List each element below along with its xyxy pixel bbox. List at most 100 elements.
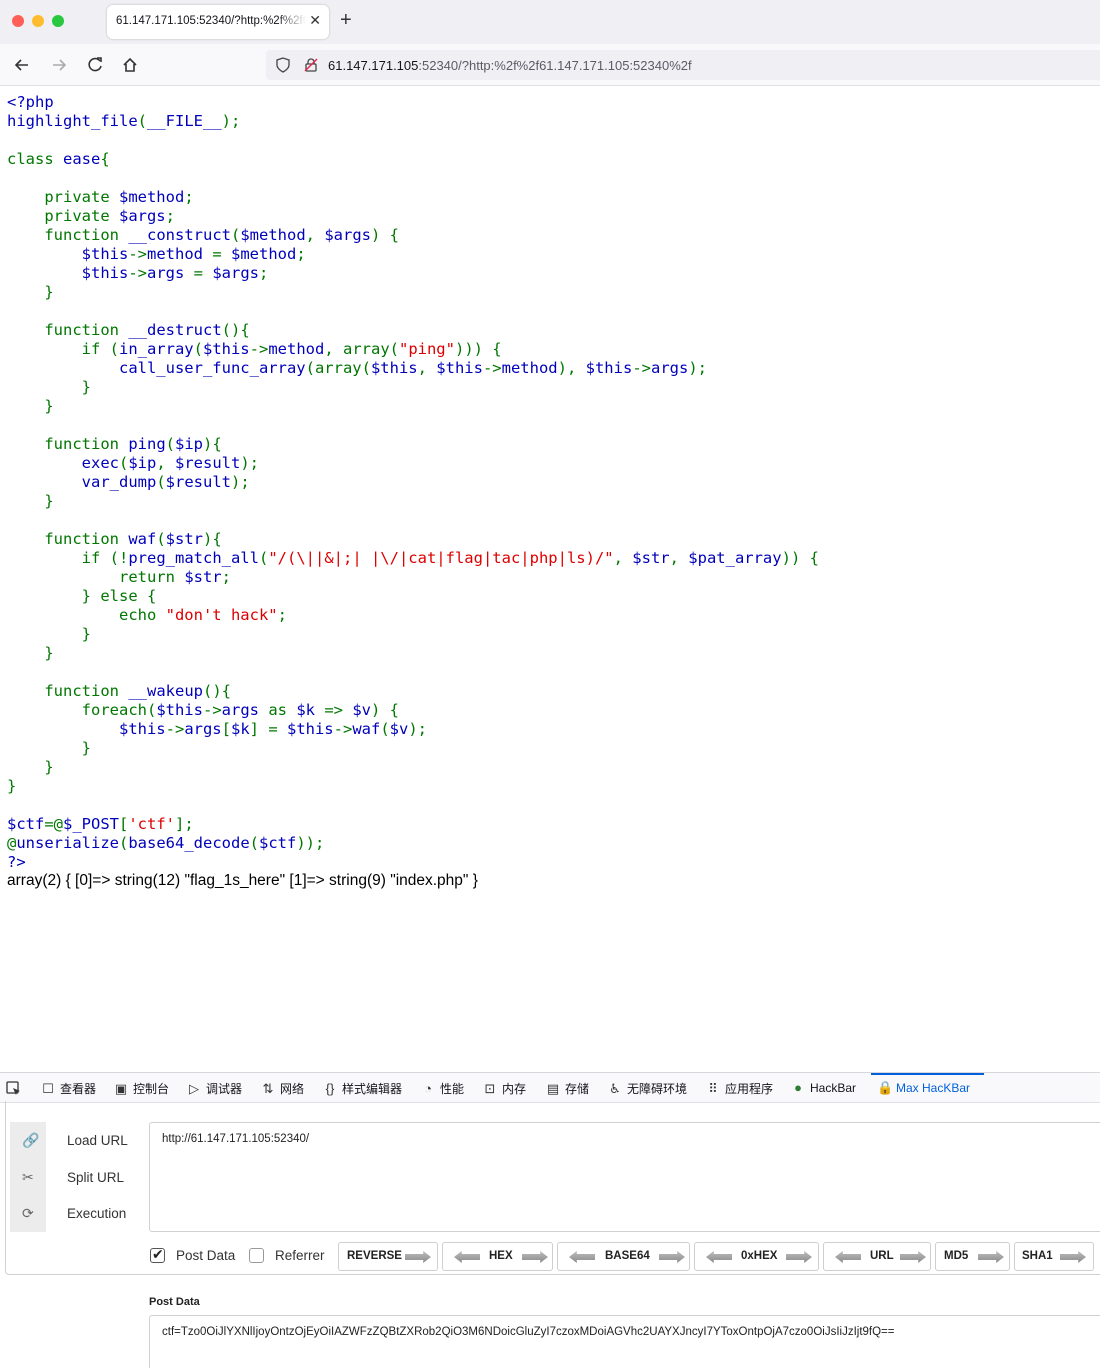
- code-token: );: [240, 454, 259, 472]
- code-token: (: [137, 112, 147, 130]
- devtools-tab[interactable]: ☐ 查看器: [41, 1080, 96, 1097]
- zoom-window-button[interactable]: [52, 15, 64, 27]
- devtools-tab[interactable]: ⇅ 网络: [261, 1080, 304, 1097]
- code-token: $v: [389, 720, 409, 738]
- active-tab-indicator: [871, 1073, 984, 1075]
- code-token: );: [221, 112, 241, 130]
- code-token: {: [100, 150, 110, 168]
- devtools-tab[interactable]: ⊡ 内存: [483, 1080, 526, 1097]
- code-line: } else {: [7, 587, 819, 606]
- reload-icon[interactable]: [85, 55, 105, 75]
- execution-button[interactable]: Execution: [67, 1206, 126, 1221]
- browser-tab[interactable]: 61.147.171.105:52340/?http:%2f%2f61.147.…: [107, 5, 329, 39]
- devtools-tab-label: 存储: [565, 1082, 590, 1096]
- tab-title: 61.147.171.105:52340/?http:%2f%2f61.147.…: [116, 15, 306, 27]
- code-token: private: [7, 188, 119, 206]
- forward-arrow-icon[interactable]: [49, 55, 69, 75]
- split-url-button[interactable]: Split URL: [67, 1170, 124, 1185]
- close-window-button[interactable]: [12, 15, 24, 27]
- code-token: ,: [613, 549, 633, 567]
- code-line: exec($ip, $result);: [7, 454, 819, 473]
- devtools-tab[interactable]: ● HackBar: [791, 1080, 856, 1095]
- new-tab-button[interactable]: +: [340, 9, 352, 32]
- code-token: ease: [63, 150, 101, 168]
- code-token: (: [258, 549, 269, 567]
- code-token: ->: [249, 340, 269, 358]
- code-token: (: [380, 720, 390, 738]
- code-token: ;: [165, 207, 175, 225]
- devtools-tab-icon: ●: [794, 1080, 802, 1095]
- code-token: $str: [184, 568, 222, 586]
- code-line: private $args;: [7, 207, 819, 226]
- code-token: highlight_file: [7, 112, 138, 130]
- code-token: $this: [202, 340, 250, 358]
- url-text[interactable]: 61.147.171.105:52340/?http:%2f%2f61.147.…: [328, 58, 692, 73]
- tab-close-icon[interactable]: ✕: [309, 12, 321, 29]
- code-token: ) {: [371, 701, 399, 719]
- code-token: ;: [184, 188, 194, 206]
- code-token: );: [230, 473, 250, 491]
- code-token: $this: [156, 701, 203, 719]
- devtools-tab-bar: ☐ 查看器 ▣ 控制台 ▷ 调试器 ⇅ 网络 {} 样式编辑器 ◔ 性能 ⊡ 内存 ▤ 存储 ♿ 无障碍环境 ⠿ 应用…: [0, 1073, 1100, 1103]
- md5-button[interactable]: MD5: [935, 1242, 1010, 1271]
- devtools-tab[interactable]: {} 样式编辑器: [323, 1080, 402, 1097]
- code-token: unserialize: [16, 834, 119, 852]
- hex-button[interactable]: HEX: [442, 1242, 553, 1271]
- devtools-tab-icon: ▣: [114, 1080, 128, 1096]
- url-input[interactable]: http://61.147.171.105:52340/: [149, 1122, 1100, 1232]
- base64-button[interactable]: BASE64: [557, 1242, 690, 1271]
- code-token: ;: [221, 568, 231, 586]
- referrer-checkbox[interactable]: [249, 1248, 264, 1263]
- 0xhex-button[interactable]: 0xHEX: [694, 1242, 819, 1271]
- code-line: $this->method = $method;: [7, 245, 819, 264]
- devtools-tab-label: HackBar: [810, 1080, 857, 1095]
- devtools-tab[interactable]: ▷ 调试器: [187, 1080, 242, 1097]
- devtools-tab-label: 控制台: [133, 1082, 170, 1096]
- url-bar[interactable]: 61.147.171.105:52340/?http:%2f%2f61.147.…: [266, 50, 1100, 80]
- devtools-tab-icon: ⠿: [708, 1080, 718, 1096]
- devtools-tab[interactable]: ▤ 存储: [546, 1080, 589, 1097]
- code-line: highlight_file(__FILE__);: [7, 112, 819, 131]
- code-token: $args: [324, 226, 371, 244]
- code-line: class ease{: [7, 150, 819, 169]
- code-token: $ip: [128, 454, 157, 472]
- refresh-icon[interactable]: ⟳: [22, 1205, 34, 1222]
- shield-icon[interactable]: [275, 57, 291, 73]
- code-token: $this: [286, 720, 334, 738]
- devtools-tab-icon: ⇅: [262, 1080, 274, 1096]
- link-icon[interactable]: 🔗: [22, 1132, 39, 1149]
- devtools-tab[interactable]: ◔ 性能: [421, 1080, 464, 1097]
- code-token: $method: [240, 226, 306, 244]
- post-data-input[interactable]: ctf=Tzo0OiJlYXNlIjoyOntzOjEyOiIAZWFzZQBt…: [149, 1315, 1100, 1368]
- minimize-window-button[interactable]: [32, 15, 44, 27]
- code-token: foreach(: [7, 701, 157, 719]
- scissors-icon[interactable]: ✂: [22, 1169, 34, 1186]
- code-token: =: [193, 264, 213, 282]
- devtools-tab[interactable]: ♿ 无障碍环境: [608, 1080, 687, 1097]
- devtools-tab[interactable]: ▣ 控制台: [114, 1080, 169, 1097]
- post-data-checkbox[interactable]: [150, 1246, 165, 1263]
- code-token: 'ctf': [128, 815, 176, 833]
- insecure-lock-icon[interactable]: [303, 57, 319, 73]
- sha1-button[interactable]: SHA1: [1014, 1242, 1094, 1271]
- code-token: return: [7, 568, 185, 586]
- code-token: $method: [118, 188, 185, 206]
- devtools-tab[interactable]: ⠿ 应用程序: [706, 1080, 773, 1097]
- post-data-value: ctf=Tzo0OiJlYXNlIjoyOntzOjEyOiIAZWFzZQBt…: [162, 1326, 895, 1338]
- devtools-tab-label: 应用程序: [725, 1082, 774, 1096]
- devtools-tab[interactable]: 🔒 Max HacKBar: [877, 1080, 970, 1096]
- back-arrow-icon[interactable]: [12, 55, 32, 75]
- element-picker-icon[interactable]: [6, 1081, 22, 1097]
- reverse-button[interactable]: REVERSE: [338, 1242, 438, 1271]
- code-token: ->: [165, 720, 185, 738]
- devtools-tab-label: 网络: [280, 1082, 305, 1096]
- code-token: (: [156, 530, 166, 548]
- url-encode-button[interactable]: URL: [823, 1242, 931, 1271]
- home-icon[interactable]: [120, 55, 140, 75]
- code-token: "don't hack": [165, 606, 278, 624]
- code-token: (){: [202, 682, 231, 700]
- code-line: function __construct($method, $args) {: [7, 226, 819, 245]
- code-token: ping: [128, 435, 166, 453]
- load-url-button[interactable]: Load URL: [67, 1133, 128, 1148]
- code-token: (array(: [305, 359, 371, 377]
